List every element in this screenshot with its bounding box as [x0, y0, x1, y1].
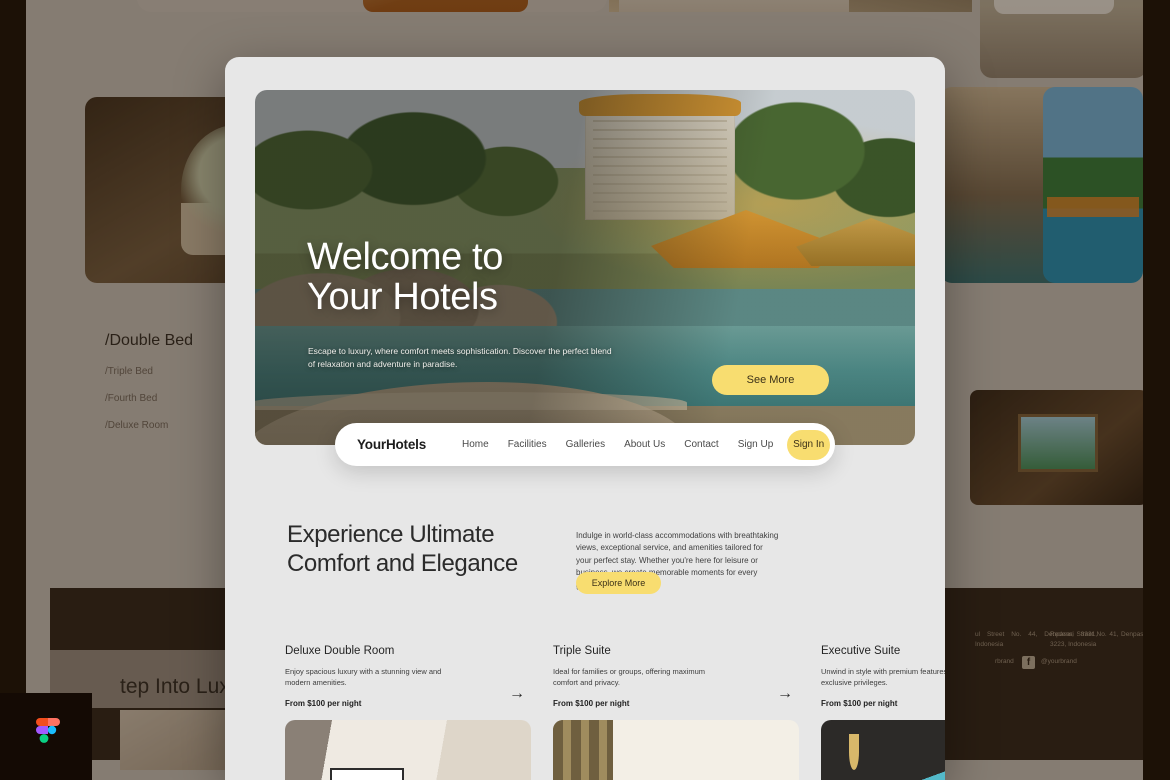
- background-image-resort-pool: [1043, 87, 1143, 283]
- facebook-icon[interactable]: f: [1022, 656, 1035, 669]
- right-dark-strip: [1143, 0, 1170, 780]
- background-image-terrace: [980, 0, 1147, 78]
- arrow-right-icon[interactable]: →: [777, 685, 793, 703]
- experience-title: Experience Ultimate Comfort and Elegance: [287, 520, 607, 579]
- nav-item-contact[interactable]: Contact: [684, 439, 718, 450]
- nav-links: Home Facilities Galleries About Us Conta…: [462, 439, 773, 450]
- background-image-lounger: [363, 0, 528, 12]
- background-room-nav-active[interactable]: /Double Bed: [105, 332, 193, 350]
- brand-logo[interactable]: YourHotels: [357, 437, 426, 452]
- room-price: From $100 per night: [285, 698, 362, 708]
- background-room-nav: /Double Bed /Triple Bed /Fourth Bed /Del…: [105, 332, 193, 431]
- hero-title-line-1: Welcome to: [307, 236, 503, 278]
- footer-facebook-handle[interactable]: @yourbrand: [1041, 658, 1077, 665]
- arrow-right-icon[interactable]: →: [509, 685, 525, 703]
- room-name: Deluxe Double Room: [285, 645, 395, 657]
- hero-title: Welcome to Your Hotels: [307, 237, 503, 318]
- room-description: Enjoy spacious luxury with a stunning vi…: [285, 667, 442, 688]
- room-price: From $100 per night: [821, 698, 898, 708]
- nav-item-home[interactable]: Home: [462, 439, 489, 450]
- site-navbar: YourHotels Home Facilities Galleries Abo…: [335, 423, 835, 466]
- background-image-room-art: [970, 390, 1148, 505]
- room-price: From $100 per night: [553, 698, 630, 708]
- hero-subtitle: Escape to luxury, where comfort meets so…: [308, 346, 612, 369]
- room-card[interactable]: Triple Suite Ideal for families or group…: [553, 645, 799, 780]
- nav-item-about-us[interactable]: About Us: [624, 439, 665, 450]
- room-description: Ideal for families or groups, offering m…: [553, 667, 706, 688]
- experience-title-line-2: Comfort and Elegance: [287, 550, 518, 578]
- hero-banner: Welcome to Your Hotels Escape to luxury,…: [255, 90, 915, 445]
- background-image-bedroom: [609, 0, 972, 12]
- background-room-nav-item[interactable]: /Triple Bed: [105, 366, 193, 377]
- room-card[interactable]: Deluxe Double Room Enjoy spacious luxury…: [285, 645, 531, 780]
- room-description: Unwind in style with premium features an…: [821, 667, 945, 688]
- background-room-nav-item[interactable]: /Fourth Bed: [105, 393, 193, 404]
- room-name: Triple Suite: [553, 645, 611, 657]
- room-name: Executive Suite: [821, 645, 901, 657]
- nav-item-sign-up[interactable]: Sign Up: [738, 439, 774, 450]
- preview-modal: Welcome to Your Hotels Escape to luxury,…: [225, 57, 945, 780]
- room-cards: Deluxe Double Room Enjoy spacious luxury…: [225, 645, 945, 780]
- explore-more-button[interactable]: Explore More: [576, 572, 661, 594]
- background-room-nav-item[interactable]: /Deluxe Room: [105, 420, 193, 431]
- room-thumbnail: [285, 720, 531, 780]
- room-thumbnail: [821, 720, 945, 780]
- see-more-button[interactable]: See More: [712, 365, 829, 395]
- sign-in-button[interactable]: Sign In: [787, 429, 830, 460]
- figma-logo: [36, 718, 60, 743]
- footer-social-handle[interactable]: rbrand: [995, 658, 1014, 665]
- room-thumbnail: [553, 720, 799, 780]
- nav-item-galleries[interactable]: Galleries: [566, 439, 605, 450]
- room-card[interactable]: Executive Suite Unwind in style with pre…: [821, 645, 945, 780]
- nav-item-facilities[interactable]: Facilities: [508, 439, 547, 450]
- left-dark-strip: [0, 0, 26, 780]
- experience-title-line-1: Experience Ultimate: [287, 521, 495, 548]
- hero-title-line-2: Your Hotels: [307, 276, 498, 319]
